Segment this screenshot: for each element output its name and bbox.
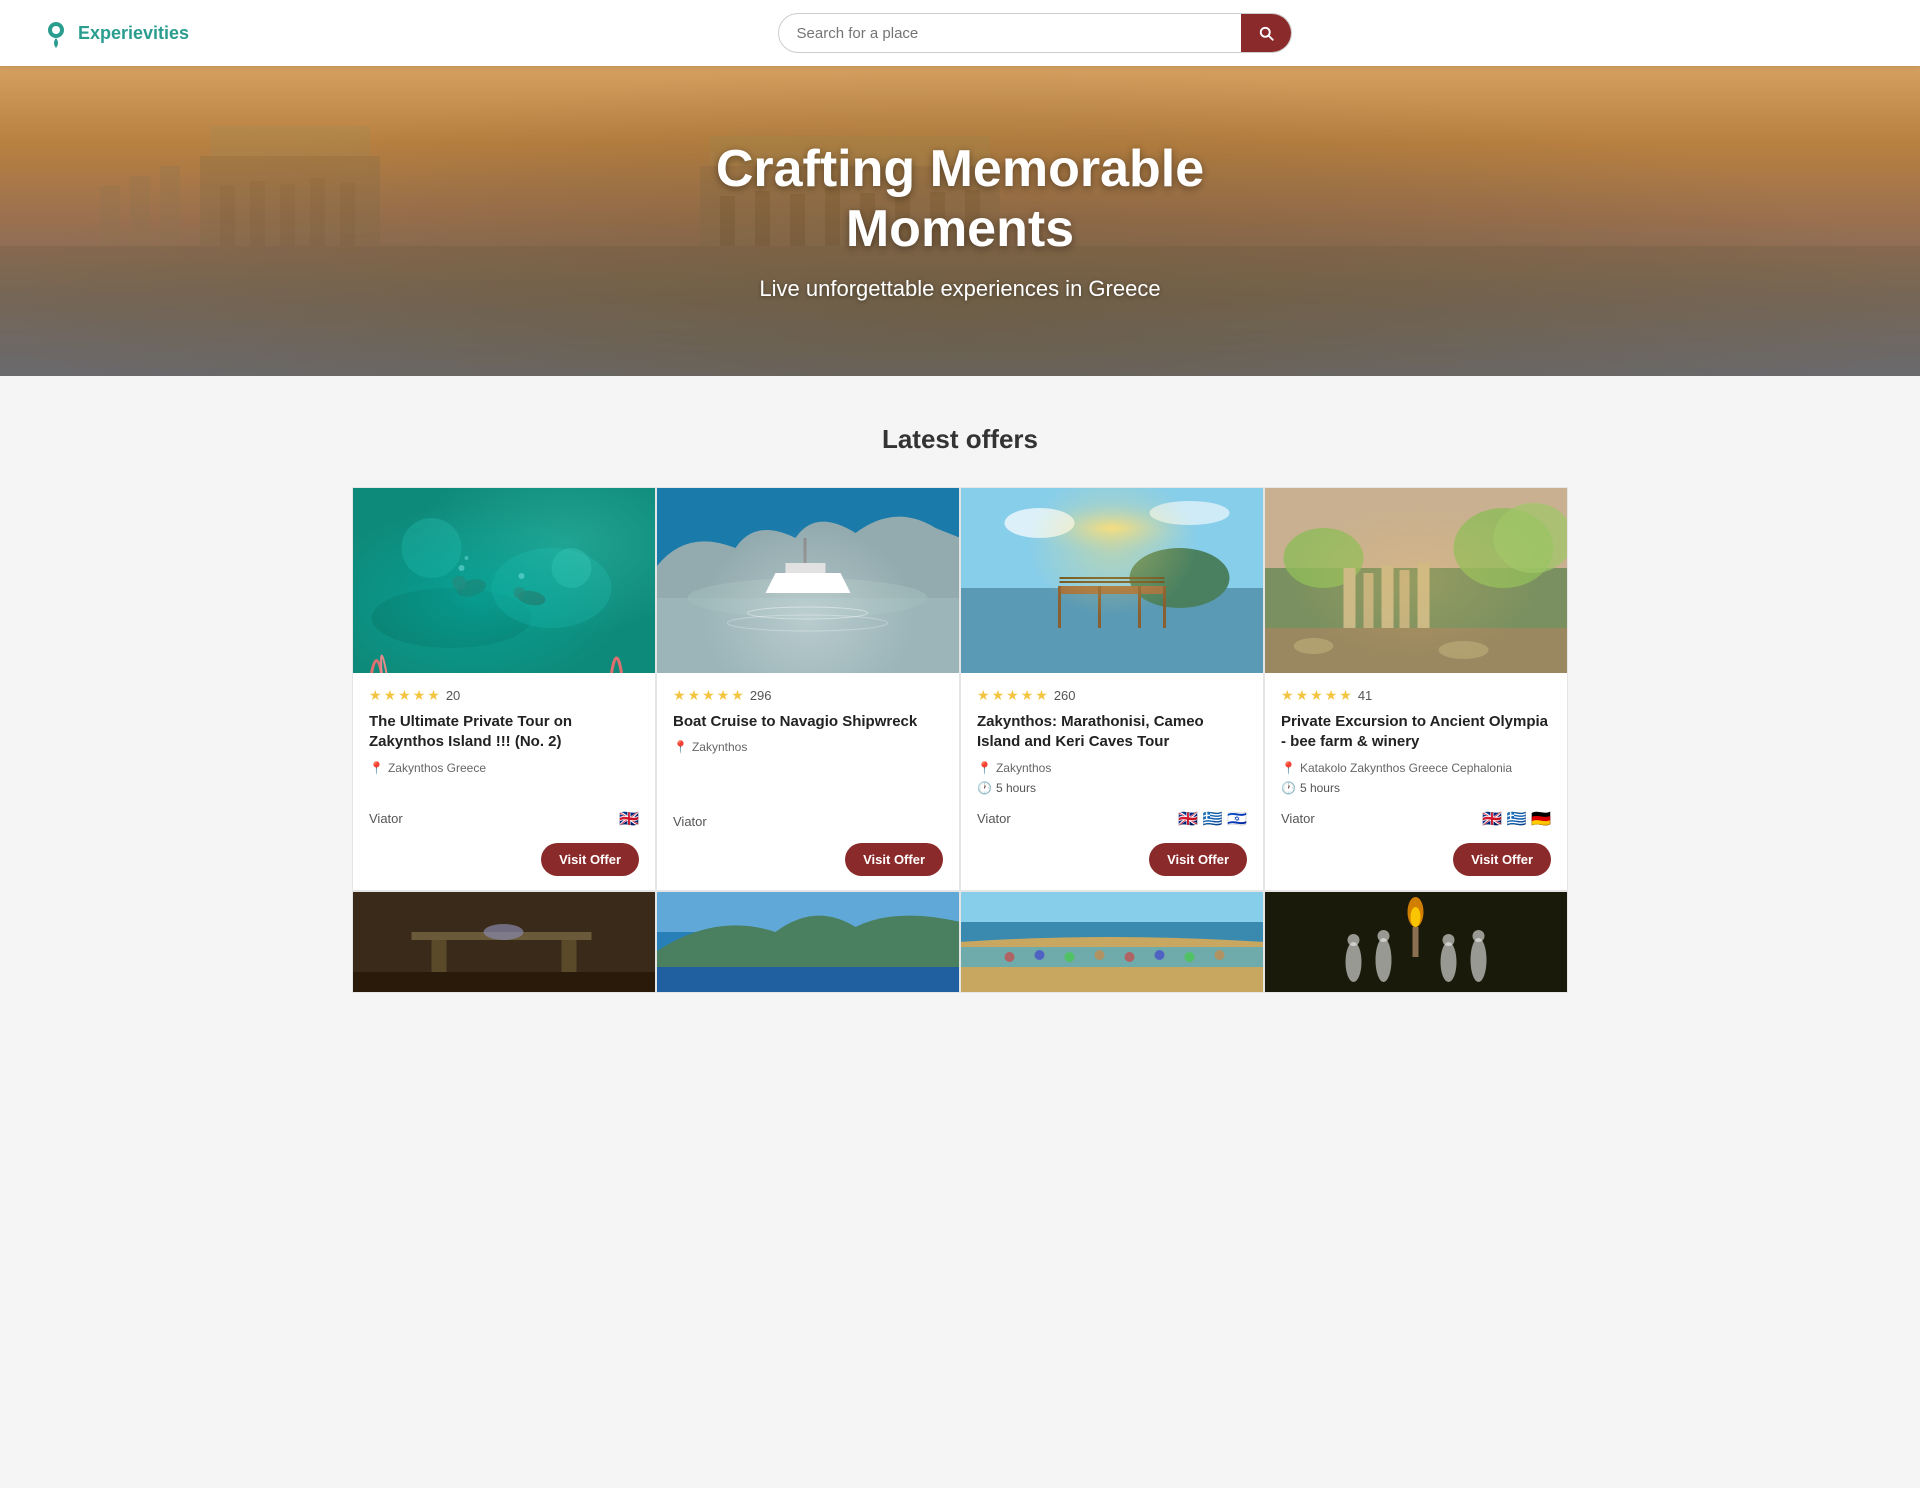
review-count-3: 260: [1054, 688, 1076, 703]
search-input[interactable]: [779, 15, 1241, 52]
offer-image-2: [657, 488, 959, 673]
offer-image-row2-1: [353, 892, 655, 992]
offer-card-row2-2: [656, 891, 960, 993]
card1-image-svg: [353, 488, 655, 673]
offer-image-row2-4: [1265, 892, 1567, 992]
provider-3: Viator: [977, 811, 1011, 826]
offer-image-row2-2: [657, 892, 959, 992]
offer-image-4: [1265, 488, 1567, 673]
offer-duration-3: 🕐 5 hours: [977, 781, 1247, 795]
offer-body-2: ★ ★ ★ ★ ★ 296 Boat Cruise to Navagio Shi…: [657, 673, 959, 814]
offer-footer-2: Viator: [657, 814, 959, 843]
offer-title-2: Boat Cruise to Navagio Shipwreck: [673, 712, 943, 732]
offer-stars-3: ★ ★ ★ ★ ★ 260: [977, 687, 1247, 704]
offer-stars-2: ★ ★ ★ ★ ★ 296: [673, 687, 943, 704]
offer-title-1: The Ultimate Private Tour on Zakynthos I…: [369, 712, 639, 753]
latest-offers-section: Latest offers: [0, 376, 1920, 1045]
visit-offer-btn-4[interactable]: Visit Offer: [1453, 843, 1551, 876]
visit-offer-btn-1[interactable]: Visit Offer: [541, 843, 639, 876]
offer-image-row2-3: [961, 892, 1263, 992]
review-count-2: 296: [750, 688, 772, 703]
card-row2-3-svg: [961, 892, 1263, 992]
offer-stars-1: ★ ★ ★ ★ ★ 20: [369, 687, 639, 704]
offer-card-row2-1: [352, 891, 656, 993]
provider-1: Viator: [369, 811, 403, 826]
offer-card-2: ★ ★ ★ ★ ★ 296 Boat Cruise to Navagio Shi…: [656, 487, 960, 891]
offer-card-row2-3: [960, 891, 1264, 993]
review-count-1: 20: [446, 688, 460, 703]
card3-image-svg: [961, 488, 1263, 673]
offer-footer-4: Viator 🇬🇧 🇬🇷 🇩🇪: [1265, 809, 1567, 843]
header: Experievities: [0, 0, 1920, 66]
offer-title-3: Zakynthos: Marathonisi, Cameo Island and…: [977, 712, 1247, 753]
logo-icon: [40, 17, 72, 49]
card-row2-2-svg: [657, 892, 959, 992]
flags-1: 🇬🇧: [619, 809, 639, 829]
search-button[interactable]: [1241, 14, 1291, 52]
offer-card-4: ★ ★ ★ ★ ★ 41 Private Excursion to Ancien…: [1264, 487, 1568, 891]
offer-location-4: 📍 Katakolo Zakynthos Greece Cephalonia: [1281, 761, 1551, 775]
flags-3: 🇬🇧 🇬🇷 🇮🇱: [1178, 809, 1247, 829]
card-row2-4-svg: [1265, 892, 1567, 992]
offer-card-row2-4: [1264, 891, 1568, 993]
hero-title: Crafting Memorable Moments: [716, 140, 1204, 260]
offer-title-4: Private Excursion to Ancient Olympia - b…: [1281, 712, 1551, 753]
offer-body-4: ★ ★ ★ ★ ★ 41 Private Excursion to Ancien…: [1265, 673, 1567, 809]
card4-image-svg: [1265, 488, 1567, 673]
logo-text: Experievities: [78, 23, 189, 44]
provider-2: Viator: [673, 814, 707, 829]
section-title: Latest offers: [352, 424, 1568, 455]
offer-location-2: 📍 Zakynthos: [673, 740, 943, 754]
offers-grid-row1: ★ ★ ★ ★ ★ 20 The Ultimate Private Tour o…: [352, 487, 1568, 891]
search-icon: [1257, 24, 1275, 42]
offer-image-1: [353, 488, 655, 673]
search-bar: [778, 13, 1292, 53]
offer-stars-4: ★ ★ ★ ★ ★ 41: [1281, 687, 1551, 704]
offer-location-3: 📍 Zakynthos: [977, 761, 1247, 775]
provider-4: Viator: [1281, 811, 1315, 826]
hero-content: Crafting Memorable Moments Live unforget…: [716, 140, 1204, 302]
offer-footer-3: Viator 🇬🇧 🇬🇷 🇮🇱: [961, 809, 1263, 843]
visit-offer-btn-2[interactable]: Visit Offer: [845, 843, 943, 876]
visit-offer-btn-3[interactable]: Visit Offer: [1149, 843, 1247, 876]
flags-4: 🇬🇧 🇬🇷 🇩🇪: [1482, 809, 1551, 829]
offers-grid-row2: [352, 891, 1568, 993]
logo[interactable]: Experievities: [40, 17, 189, 49]
offer-image-3: [961, 488, 1263, 673]
hero-section: Crafting Memorable Moments Live unforget…: [0, 66, 1920, 376]
offer-duration-4: 🕐 5 hours: [1281, 781, 1551, 795]
card-row2-1-svg: [353, 892, 655, 992]
offer-body-1: ★ ★ ★ ★ ★ 20 The Ultimate Private Tour o…: [353, 673, 655, 809]
review-count-4: 41: [1358, 688, 1372, 703]
offer-card-3: ★ ★ ★ ★ ★ 260 Zakynthos: Marathonisi, Ca…: [960, 487, 1264, 891]
offer-location-1: 📍 Zakynthos Greece: [369, 761, 639, 775]
offer-footer-1: Viator 🇬🇧: [353, 809, 655, 843]
offers-container: Latest offers: [340, 376, 1580, 1025]
offer-body-3: ★ ★ ★ ★ ★ 260 Zakynthos: Marathonisi, Ca…: [961, 673, 1263, 809]
card2-image-svg: [657, 488, 959, 673]
offer-card-1: ★ ★ ★ ★ ★ 20 The Ultimate Private Tour o…: [352, 487, 656, 891]
hero-subtitle: Live unforgettable experiences in Greece: [716, 276, 1204, 302]
